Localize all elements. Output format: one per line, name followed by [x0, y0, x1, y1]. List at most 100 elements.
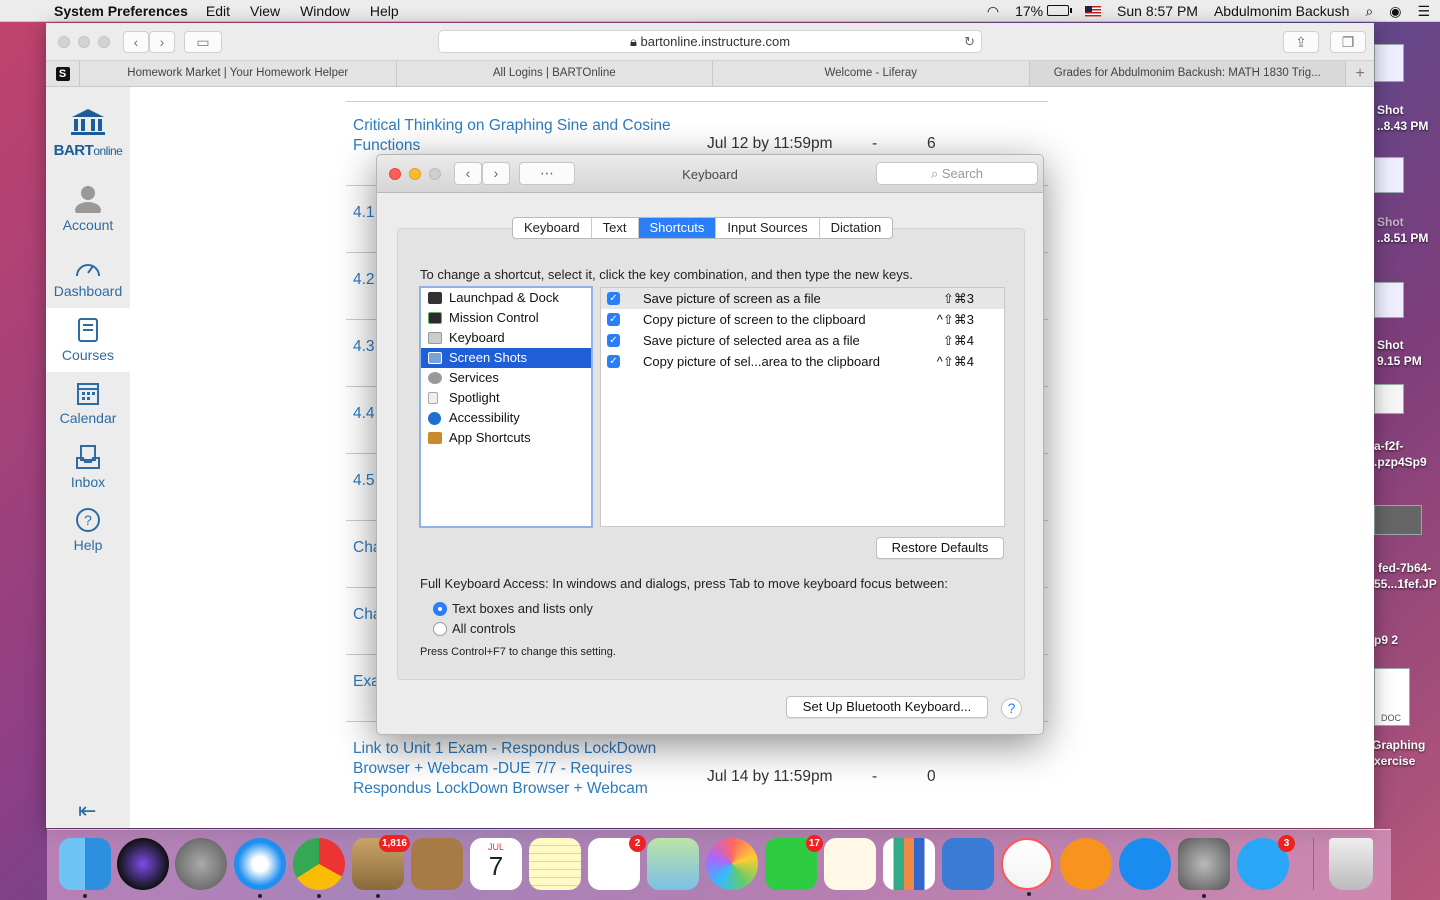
back-button[interactable]: ‹	[123, 31, 149, 53]
category-accessibility[interactable]: Accessibility	[421, 408, 591, 428]
screenshot-file-thumbnail[interactable]	[1374, 157, 1404, 193]
tab-dictation[interactable]: Dictation	[820, 218, 893, 238]
shortcut-row[interactable]: ✓ Copy picture of screen to the clipboar…	[601, 309, 1004, 330]
music-app-icon[interactable]	[1001, 838, 1053, 896]
nav-inbox[interactable]: Inbox	[46, 444, 130, 494]
category-services[interactable]: Services	[421, 368, 591, 388]
pages-app-icon[interactable]	[824, 838, 876, 890]
share-button[interactable]: ⇪	[1283, 31, 1319, 53]
wifi-icon[interactable]: ◠	[987, 3, 999, 20]
restore-defaults-button[interactable]: Restore Defaults	[876, 537, 1004, 559]
shortcut-row[interactable]: ✓ Save picture of screen as a file ⇧⌘3	[601, 288, 1004, 309]
notes-app-icon[interactable]	[529, 838, 581, 890]
module-item-link[interactable]: 4.1	[353, 203, 375, 223]
close-button[interactable]	[58, 36, 70, 48]
desktop-label[interactable]: a-f2f-	[1374, 439, 1403, 454]
trash-icon[interactable]	[1329, 838, 1373, 890]
image-file-thumbnail[interactable]	[1374, 505, 1422, 535]
shortcut-keys[interactable]: ⇧⌘4	[943, 330, 974, 351]
radio-label[interactable]: Text boxes and lists only	[452, 601, 593, 616]
menu-edit[interactable]: Edit	[206, 3, 230, 19]
books-app-icon[interactable]	[1060, 838, 1112, 890]
keynote-app-icon[interactable]	[942, 838, 994, 890]
notification-center-icon[interactable]: ☰	[1417, 3, 1430, 20]
menu-app-name[interactable]: System Preferences	[54, 3, 188, 19]
module-item-link[interactable]: 4.4	[353, 404, 375, 424]
mail-app-icon[interactable]: 1,816	[352, 835, 410, 898]
maps-app-icon[interactable]	[647, 838, 699, 890]
module-item-link[interactable]: 4.5	[353, 471, 375, 491]
category-screen-shots[interactable]: Screen Shots	[421, 348, 591, 368]
desktop-label[interactable]: ..8.51 PM	[1377, 231, 1428, 246]
shortcut-checkbox[interactable]: ✓	[607, 355, 620, 368]
category-app-shortcuts[interactable]: App Shortcuts	[421, 428, 591, 448]
calendar-app-icon[interactable]: JUL 7	[470, 838, 522, 890]
browser-tab-active[interactable]: Grades for Abdulmonim Backush: MATH 1830…	[1029, 61, 1346, 86]
shortcut-checkbox[interactable]: ✓	[607, 313, 620, 326]
bart-online-logo[interactable]: BARTonline	[46, 107, 130, 159]
menu-user[interactable]: Abdulmonim Backush	[1214, 3, 1349, 19]
input-source-flag-icon[interactable]	[1085, 5, 1102, 17]
photos-app-icon[interactable]	[706, 838, 758, 890]
browser-tab[interactable]: Homework Market | Your Homework Helper	[80, 61, 397, 86]
desktop-label[interactable]: fed-7b64-	[1378, 561, 1431, 576]
chart-file-thumbnail[interactable]	[1374, 384, 1404, 414]
module-item-link[interactable]: 4.2	[353, 270, 375, 290]
menu-window[interactable]: Window	[300, 3, 350, 19]
module-item-link[interactable]: Critical Thinking on Graphing Sine and C…	[353, 116, 671, 156]
tab-text[interactable]: Text	[592, 218, 639, 238]
desktop-label[interactable]: ..8.43 PM	[1377, 119, 1428, 134]
tab-keyboard[interactable]: Keyboard	[513, 218, 592, 238]
spotlight-search-icon[interactable]: ⌕	[1365, 3, 1373, 20]
reminders-app-icon[interactable]: 2	[588, 835, 646, 890]
browser-tab[interactable]: All Logins | BARTOnline	[397, 61, 713, 86]
screenshot-file-thumbnail[interactable]	[1374, 282, 1404, 318]
radio-label[interactable]: All controls	[452, 621, 516, 636]
chrome-app-icon[interactable]	[293, 838, 345, 898]
reload-icon[interactable]: ↻	[964, 31, 975, 53]
facetime-app-icon[interactable]: 17	[765, 835, 823, 890]
desktop-label[interactable]: Shot	[1377, 338, 1404, 353]
nav-calendar[interactable]: Calendar	[46, 380, 130, 430]
category-spotlight[interactable]: Spotlight	[421, 388, 591, 408]
tab-shortcuts[interactable]: Shortcuts	[638, 218, 717, 238]
menu-help[interactable]: Help	[370, 3, 399, 19]
finder-icon[interactable]	[59, 838, 111, 898]
safari-app-icon[interactable]	[234, 838, 286, 898]
siri-app-icon[interactable]	[117, 838, 169, 890]
shortcut-row[interactable]: ✓ Save picture of selected area as a fil…	[601, 330, 1004, 351]
desktop-label[interactable]: p9 2	[1374, 633, 1398, 648]
siri-icon[interactable]: ◉	[1389, 3, 1401, 20]
tab-input-sources[interactable]: Input Sources	[716, 218, 820, 238]
desktop-label[interactable]: Shot	[1377, 215, 1404, 230]
forward-button[interactable]: ›	[149, 31, 175, 53]
shortcut-checkbox[interactable]: ✓	[607, 292, 620, 305]
nav-courses[interactable]: Courses	[46, 308, 130, 372]
shortcut-keys[interactable]: ^⇧⌘3	[937, 309, 974, 330]
desktop-label[interactable]: Shot	[1377, 103, 1404, 118]
system-preferences-app-icon[interactable]	[1178, 838, 1230, 898]
sidebar-toggle-button[interactable]: ▭	[184, 31, 222, 53]
desktop-label[interactable]: xercise	[1374, 754, 1415, 769]
help-button[interactable]: ?	[1001, 698, 1022, 719]
contacts-app-icon[interactable]	[411, 838, 463, 890]
shortcut-checkbox[interactable]: ✓	[607, 334, 620, 347]
app-store-icon[interactable]	[1119, 838, 1171, 890]
nav-account[interactable]: Account	[46, 183, 130, 241]
address-bar[interactable]: 🔒︎ bartonline.instructure.com ↻	[438, 30, 982, 53]
messages-app-icon[interactable]: 3	[1237, 835, 1295, 890]
desktop-label[interactable]: Graphing	[1372, 738, 1425, 753]
collapse-nav-icon[interactable]: ⇤	[78, 798, 96, 824]
shortcut-keys[interactable]: ⇧⌘3	[943, 288, 974, 309]
module-item-link[interactable]: 4.3	[353, 337, 375, 357]
new-tab-button[interactable]: +	[1346, 61, 1374, 86]
menu-view[interactable]: View	[250, 3, 280, 19]
pinned-tab[interactable]: S	[46, 61, 80, 86]
category-launchpad-dock[interactable]: Launchpad & Dock	[421, 288, 591, 308]
desktop-label[interactable]: .pzp4Sp9	[1374, 455, 1427, 470]
launchpad-app-icon[interactable]	[175, 838, 227, 890]
screenshot-file-thumbnail[interactable]	[1374, 44, 1404, 82]
shortcut-keys[interactable]: ^⇧⌘4	[937, 351, 974, 372]
nav-help[interactable]: ? Help	[46, 507, 130, 557]
battery-status[interactable]: 17%	[1015, 3, 1073, 19]
